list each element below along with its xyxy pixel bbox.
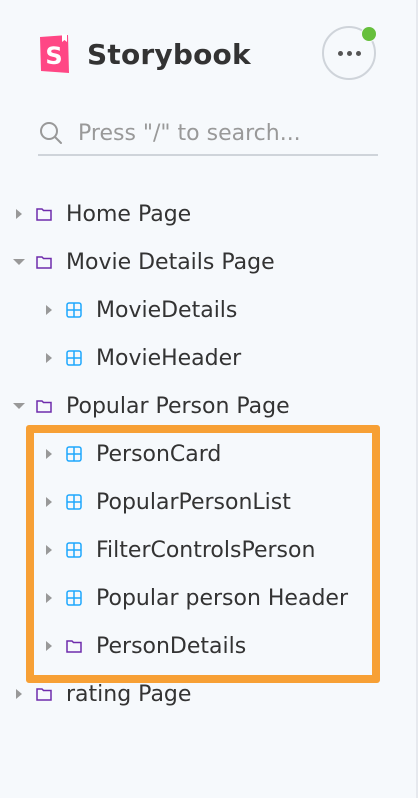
caret-right-icon — [46, 449, 52, 459]
tree-item-home-page[interactable]: Home Page — [12, 190, 191, 238]
ellipsis-icon — [337, 50, 361, 56]
tree-item-label: PopularPersonList — [96, 489, 291, 515]
component-icon — [66, 590, 82, 606]
tree-item-label: MovieDetails — [96, 297, 238, 323]
search-bar[interactable] — [38, 112, 378, 156]
tree-item-label: MovieHeader — [96, 345, 242, 371]
caret-right-icon — [46, 545, 52, 555]
search-icon — [40, 122, 62, 144]
tree-item-persondetails[interactable]: PersonDetails — [42, 622, 246, 670]
tree-item-label: Popular Person Page — [66, 393, 290, 419]
component-icon — [66, 302, 82, 318]
notification-indicator — [361, 26, 377, 42]
tree-item-label: rating Page — [66, 681, 192, 707]
tree-item-label: Movie Details Page — [66, 249, 275, 275]
folder-icon — [36, 208, 52, 221]
tree-item-label: PersonCard — [96, 441, 222, 467]
search-input[interactable] — [78, 120, 368, 146]
tree-item-personcard[interactable]: PersonCard — [42, 430, 221, 478]
tree-item-popular-person-page[interactable]: Popular Person Page — [12, 382, 290, 430]
tree-item-movie-details-page[interactable]: Movie Details Page — [12, 238, 275, 286]
caret-right-icon — [46, 305, 52, 315]
brand[interactable]: S Storybook — [38, 32, 251, 76]
storybook-logo-icon: S — [40, 34, 69, 73]
caret-right-icon — [46, 641, 52, 651]
svg-text:S: S — [45, 42, 62, 70]
tree-item-rating-page[interactable]: rating Page — [12, 670, 191, 718]
folder-icon — [36, 256, 52, 269]
caret-right-icon — [16, 209, 22, 219]
tree-item-label: PersonDetails — [96, 633, 247, 659]
sidebar: S Storybook Home Page Movie Details Page… — [0, 0, 418, 798]
caret-right-icon — [46, 593, 52, 603]
component-icon — [66, 350, 82, 366]
component-icon — [66, 446, 82, 462]
folder-icon — [66, 640, 82, 653]
caret-right-icon — [46, 497, 52, 507]
caret-right-icon — [46, 353, 52, 363]
component-icon — [66, 494, 82, 510]
tree-item-filtercontrolsperson[interactable]: FilterControlsPerson — [42, 526, 315, 574]
tree-item-popularpersonlist[interactable]: PopularPersonList — [42, 478, 291, 526]
brand-title: Storybook — [87, 37, 251, 71]
folder-icon — [36, 688, 52, 701]
folder-icon — [36, 400, 52, 413]
caret-down-icon — [13, 259, 25, 265]
tree-item-movieheader[interactable]: MovieHeader — [42, 334, 241, 382]
tree-item-label: Home Page — [66, 201, 192, 227]
caret-down-icon — [13, 403, 25, 409]
caret-right-icon — [16, 689, 22, 699]
tree-item-label: Popular person Header — [96, 585, 348, 611]
tree-item-moviedetails[interactable]: MovieDetails — [42, 286, 237, 334]
tree-item-label: FilterControlsPerson — [96, 537, 316, 563]
tree-item-popular-person-header[interactable]: Popular person Header — [42, 574, 348, 622]
component-icon — [66, 542, 82, 558]
